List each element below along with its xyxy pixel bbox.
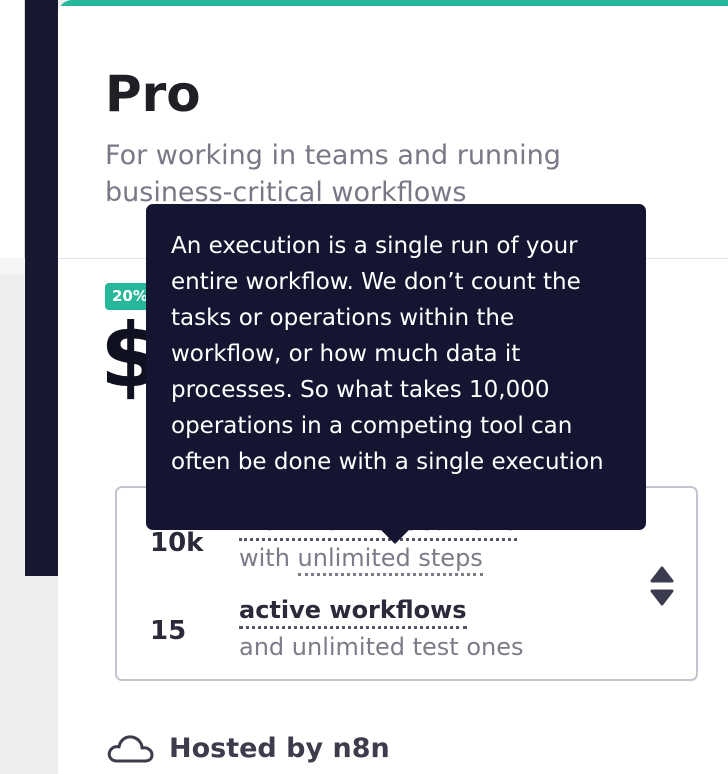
hosting-info: Hosted by n8n — [105, 726, 390, 770]
tooltip-arrow — [381, 530, 409, 544]
up-down-arrows-icon[interactable] — [645, 564, 679, 608]
unlimited-steps-link[interactable]: unlimited steps — [297, 544, 483, 576]
active-workflows-title[interactable]: active workflows — [239, 596, 467, 629]
tooltip-text: An execution is a single run of your ent… — [171, 233, 604, 475]
plan-title: Pro — [105, 65, 201, 123]
adjacent-plan-card — [0, 0, 25, 258]
executions-value: 10k — [150, 528, 204, 558]
card-accent-bar — [58, 0, 728, 6]
hosted-by-label: Hosted by n8n — [169, 732, 390, 764]
executions-subtitle-prefix: with — [239, 544, 298, 572]
adjacent-plan-card-footer — [0, 258, 25, 274]
plan-description: For working in teams and running busines… — [105, 140, 561, 208]
cloud-icon — [107, 735, 154, 763]
workflows-value: 15 — [150, 616, 187, 646]
workflows-subtitle: and unlimited test ones — [239, 633, 524, 661]
executions-subtitle: with unlimited steps — [239, 544, 483, 576]
execution-tooltip: An execution is a single run of your ent… — [146, 204, 646, 544]
highlighted-card-edge — [25, 0, 58, 576]
